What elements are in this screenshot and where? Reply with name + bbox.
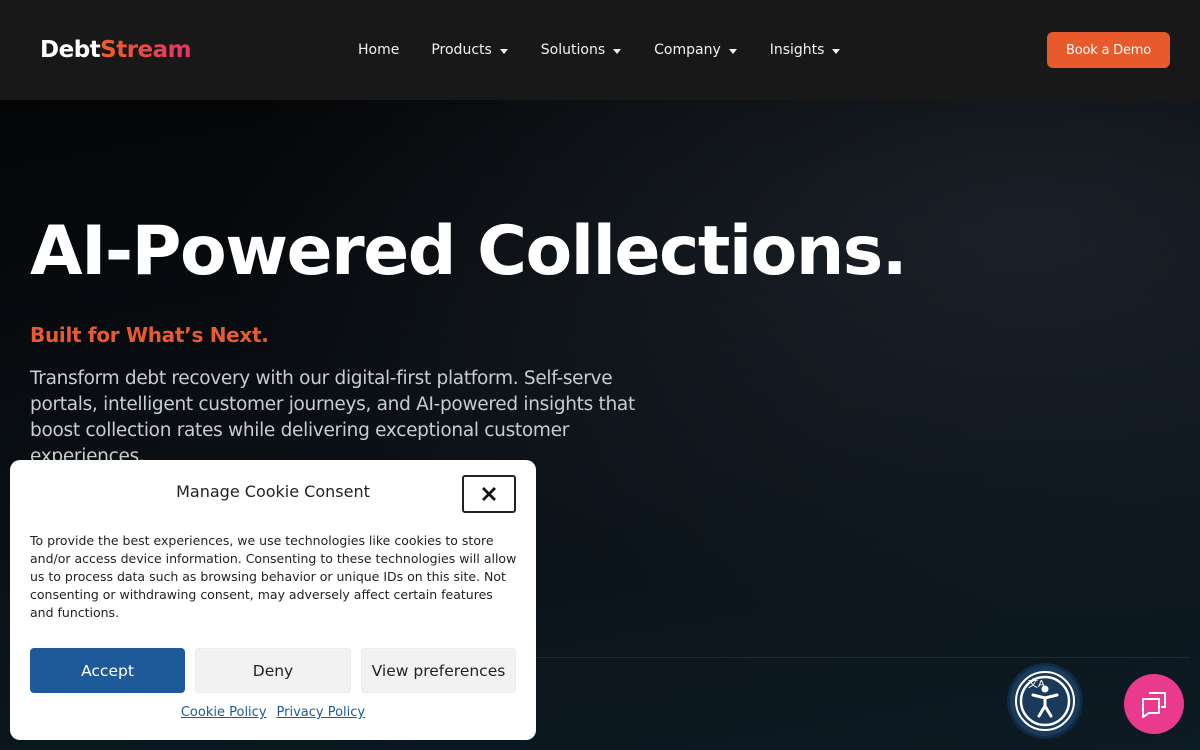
close-icon	[482, 487, 496, 501]
logo-text-stream: Stream	[100, 37, 192, 63]
hero-subtitle: Built for What’s Next.	[30, 323, 269, 347]
svg-text:文A: 文A	[1028, 677, 1045, 690]
deny-button[interactable]: Deny	[195, 648, 351, 693]
nav-item-insights[interactable]: Insights	[770, 38, 841, 62]
nav-label: Solutions	[540, 42, 606, 58]
hero-title: AI-Powered Collections.	[30, 212, 908, 292]
hero-title-highlight: Collections.	[477, 212, 908, 292]
divider	[536, 657, 1190, 658]
chevron-down-icon	[499, 48, 508, 54]
nav-item-solutions[interactable]: Solutions	[540, 38, 622, 62]
hero-description: Transform debt recovery with our digital…	[30, 368, 635, 467]
logo-text-debt: Debt	[40, 37, 101, 63]
cookie-policy-link[interactable]: Cookie Policy	[181, 705, 267, 720]
cookie-dialog-text: To provide the best experiences, we use …	[30, 533, 517, 620]
hero-title-highlight-text: Collections.	[477, 212, 907, 291]
nav-item-home[interactable]: Home	[358, 38, 399, 62]
nav-item-company[interactable]: Company	[654, 38, 737, 62]
cookie-consent-dialog: Manage Cookie Consent To provide the bes…	[10, 460, 536, 740]
nav-label: Company	[654, 42, 721, 58]
cookie-dialog-title: Manage Cookie Consent	[10, 482, 536, 502]
accessibility-button[interactable]: 文A	[1010, 666, 1080, 736]
book-demo-button[interactable]: Book a Demo	[1047, 32, 1170, 68]
view-preferences-button[interactable]: View preferences	[361, 648, 516, 693]
close-button[interactable]	[462, 475, 516, 513]
cookie-links: Cookie Policy Privacy Policy	[10, 705, 536, 720]
chevron-down-icon	[613, 48, 622, 54]
nav-label: Insights	[769, 42, 825, 58]
privacy-policy-link[interactable]: Privacy Policy	[277, 705, 366, 720]
accept-button[interactable]: Accept	[30, 648, 185, 693]
chat-icon	[1142, 692, 1166, 718]
site-header: DebtStream Home Products Solutions Compa…	[0, 0, 1200, 100]
chevron-down-icon	[728, 48, 737, 54]
nav-label: Products	[431, 42, 492, 58]
chevron-down-icon	[832, 48, 841, 54]
nav-item-products[interactable]: Products	[431, 38, 508, 62]
hero-title-text: AI-Powered	[30, 212, 478, 291]
cookie-dialog-title-text: Manage Cookie Consent	[176, 482, 370, 501]
main-nav: Home Products Solutions Company Insights	[358, 38, 841, 62]
logo[interactable]: DebtStream	[40, 34, 192, 66]
accessibility-icon: 文A	[1015, 671, 1075, 731]
nav-label: Home	[358, 42, 400, 58]
chat-button[interactable]	[1124, 674, 1184, 734]
